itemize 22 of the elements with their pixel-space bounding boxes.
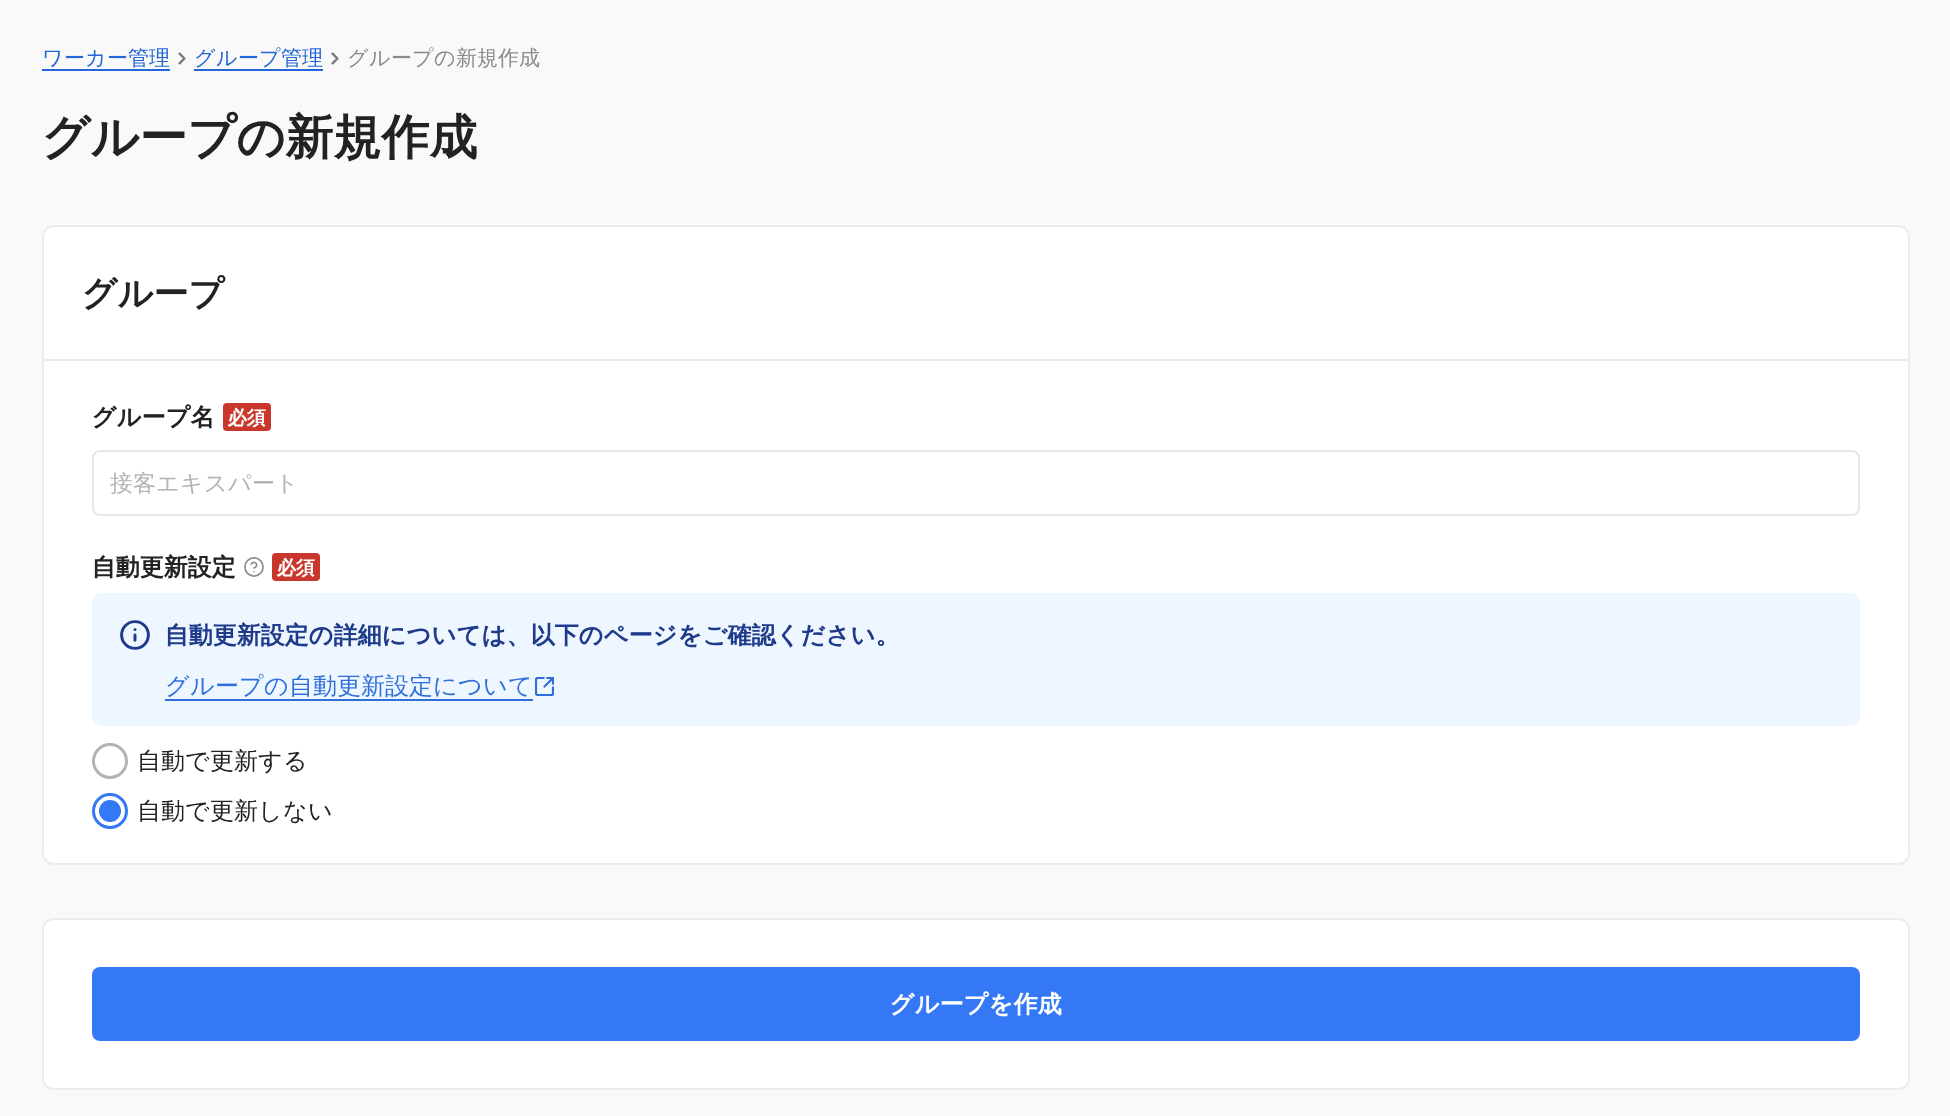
chevron-right-icon (178, 51, 186, 65)
create-group-button[interactable]: グループを作成 (92, 967, 1860, 1041)
radio-label: 自動で更新する (137, 746, 308, 776)
help-icon[interactable] (244, 557, 264, 577)
radio-label: 自動で更新しない (137, 796, 333, 826)
external-link-icon (535, 676, 554, 696)
breadcrumb-current: グループの新規作成 (347, 45, 540, 71)
field-label: 自動更新設定 (92, 553, 236, 582)
notice-message: 自動更新設定の詳細については、以下のページをご確認ください。 (165, 620, 900, 650)
page-title: グループの新規作成 (42, 109, 478, 165)
required-badge: 必須 (223, 403, 271, 431)
info-icon (120, 620, 150, 650)
required-badge: 必須 (272, 553, 320, 581)
chevron-right-icon (331, 51, 339, 65)
card-title: グループ (82, 272, 225, 314)
radio-button[interactable] (92, 743, 128, 779)
breadcrumb-link[interactable]: ワーカー管理 (42, 44, 170, 72)
notice-link[interactable]: グループの自動更新設定について (165, 671, 554, 701)
field-label: グループ名 (92, 403, 215, 432)
breadcrumb-link[interactable]: グループ管理 (194, 44, 323, 72)
text-input[interactable]: 接客エキスパート (92, 450, 1860, 516)
radio-button[interactable] (92, 793, 128, 829)
